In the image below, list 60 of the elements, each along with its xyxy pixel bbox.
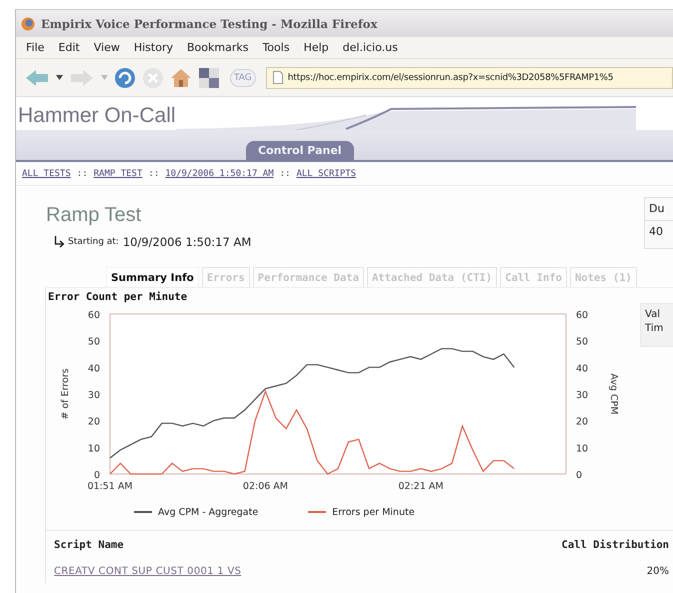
legend-label: Errors per Minute — [332, 506, 415, 518]
panel-label: Tim — [645, 322, 664, 336]
squares-icon[interactable] — [198, 66, 220, 88]
menu-item[interactable]: View — [94, 41, 120, 54]
axis-tick-label: 50 — [576, 336, 588, 348]
legend-label: Avg CPM - Aggregate — [158, 506, 258, 518]
address-field[interactable]: https://hoc.empirix.com/el/sessionrun.asp?x=scnid%3D2058%5FRAMP1%5 — [266, 66, 673, 88]
axis-tick-label: 30 — [88, 390, 100, 401]
address-text: https://hoc.empirix.com/el/sessionrun.asp?x=scnid%3D2058%5FRAMP1%5 — [288, 72, 614, 82]
breadcrumb-link[interactable]: ALL SCRIPTS — [296, 168, 356, 178]
window-title: Empirix Voice Performance Testing - Mozilla Firefox — [41, 16, 378, 30]
app-title: Hammer On-Call — [17, 104, 176, 129]
axis-title: # of Errors — [60, 368, 71, 420]
breadcrumb-separator: :: — [280, 168, 290, 178]
axis-tick-label: 01:51 AM — [87, 481, 133, 492]
axis-tick-label: 40 — [576, 363, 588, 374]
axis-tick-label: 40 — [88, 363, 100, 374]
axis-tick-label: 50 — [88, 336, 100, 348]
axis-tick-label: 20 — [576, 416, 588, 428]
menu-item[interactable]: Bookmarks — [186, 41, 248, 54]
breadcrumb-link[interactable]: ALL TESTS — [22, 168, 71, 178]
page-icon — [272, 71, 283, 84]
start-time: 10/9/2006 1:50:17 AM — [122, 235, 252, 249]
script-link[interactable]: CREATV CONT SUP CUST 0001 1 VS — [54, 566, 242, 576]
menu-item[interactable]: Tools — [262, 41, 290, 54]
menu-item[interactable]: Edit — [58, 41, 80, 54]
return-arrow-icon — [54, 236, 64, 248]
home-icon[interactable] — [170, 66, 192, 88]
axis-tick-label: 30 — [576, 390, 588, 401]
breadcrumb-separator: :: — [148, 168, 160, 178]
column-header: Call Distribution — [562, 539, 669, 551]
axis-tick-label: 20 — [88, 416, 100, 428]
test-title: Ramp Test — [46, 204, 142, 227]
table-cell: 20% — [646, 566, 669, 576]
globe-icon — [21, 16, 35, 30]
axis-tick-label: 0 — [576, 470, 582, 481]
reload-icon[interactable] — [114, 66, 136, 88]
axis-tick-label: 10 — [576, 443, 588, 454]
tab[interactable]: Summary Info — [106, 267, 199, 287]
menu-item[interactable]: Help — [304, 41, 329, 54]
menu-item[interactable]: del.icio.us — [342, 41, 398, 54]
breadcrumb-separator: :: — [76, 168, 88, 178]
breadcrumb-link[interactable]: RAMP TEST — [94, 168, 142, 178]
caret-icon[interactable] — [56, 75, 63, 80]
axis-title: Avg CPM — [608, 373, 619, 415]
column-header: Script Name — [54, 539, 124, 551]
axis-tick-label: 0 — [94, 470, 100, 481]
menu-item[interactable]: File — [26, 41, 44, 54]
breadcrumb-link[interactable]: 10/9/2006 1:50:17 AM — [165, 168, 274, 178]
chart-title: Error Count per Minute — [47, 290, 188, 304]
panel-label: Val — [645, 308, 662, 322]
panel-header: Du — [645, 198, 673, 221]
axis-tick-label: 60 — [88, 310, 100, 321]
axis-tick-label: 02:21 AM — [398, 481, 444, 492]
menu-item[interactable]: History — [134, 41, 173, 54]
axis-tick-label: 02:06 AM — [242, 481, 288, 492]
start-label: Starting at: — [68, 237, 119, 247]
axis-tick-label: 10 — [88, 443, 100, 454]
axis-tick-label: 60 — [576, 310, 588, 321]
panel-value: 40 — [648, 224, 664, 238]
